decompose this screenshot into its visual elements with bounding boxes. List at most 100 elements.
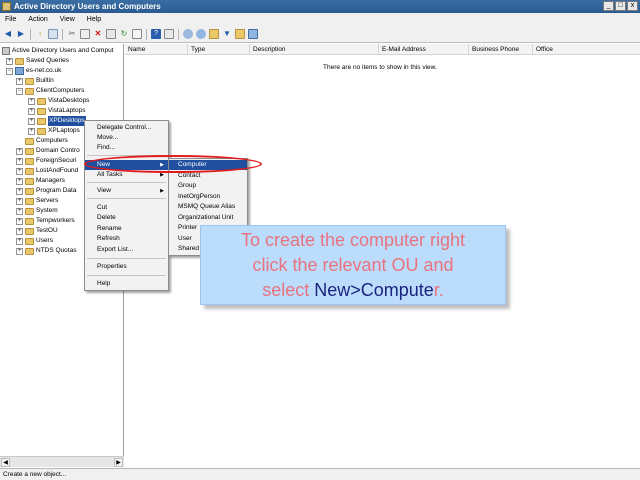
submenu-item-organizational-unit[interactable]: Organizational Unit	[169, 213, 247, 223]
menu-item-delegate-control[interactable]: Delegate Control...	[85, 123, 168, 133]
up-icon[interactable]: ↑	[35, 29, 45, 39]
menu-action[interactable]: Action	[28, 13, 47, 26]
column-business-phone[interactable]: Business Phone	[469, 44, 533, 55]
filter-icon[interactable]: ▼	[222, 29, 232, 39]
cut-icon[interactable]: ✂	[67, 29, 77, 39]
menu-item-rename[interactable]: Rename	[85, 224, 168, 234]
tree-item-program-data[interactable]: + Program Data	[16, 186, 76, 196]
close-button[interactable]: x	[627, 1, 638, 11]
column-name[interactable]: Name	[125, 44, 188, 55]
tree-item-test-ou[interactable]: + TestOU	[16, 226, 58, 236]
empty-list-message: There are no items to show in this view.	[323, 64, 437, 71]
tree-item-foreign-security[interactable]: + ForeignSecuri	[16, 156, 76, 166]
submenu-item-msmq-queue-alias[interactable]: MSMQ Queue Alias	[169, 202, 247, 212]
tree-item-builtin[interactable]: + Builtin	[16, 76, 54, 86]
tree-horizontal-scrollbar[interactable]: ◀ ▶	[0, 456, 124, 467]
expand-icon[interactable]: +	[28, 107, 35, 115]
expand-icon[interactable]: +	[6, 57, 13, 65]
submenu-item-inetorgperson[interactable]: InetOrgPerson	[169, 192, 247, 202]
forward-icon[interactable]: ▶	[16, 29, 26, 39]
expand-icon[interactable]: +	[16, 147, 23, 155]
expand-icon[interactable]: +	[16, 157, 23, 165]
folder-icon	[25, 247, 34, 255]
column-description[interactable]: Description	[250, 44, 379, 55]
snapin-icon	[2, 47, 10, 55]
menu-item-properties[interactable]: Properties	[85, 262, 168, 272]
tree-item-xp-desktops[interactable]: + XPDesktops	[28, 116, 86, 126]
expand-icon[interactable]: +	[16, 187, 23, 195]
tree-item-managers[interactable]: + Managers	[16, 176, 65, 186]
column-email[interactable]: E-Mail Address	[379, 44, 469, 55]
expand-icon[interactable]: +	[28, 97, 35, 105]
expand-icon[interactable]: +	[28, 117, 35, 125]
menu-separator	[87, 182, 166, 183]
tree-item-root[interactable]: Active Directory Users and Comput	[2, 46, 114, 56]
tree-item-xp-laptops[interactable]: + XPLaptops	[28, 126, 80, 136]
scroll-left-icon[interactable]: ◀	[1, 458, 10, 467]
expand-icon[interactable]: +	[16, 247, 23, 255]
tree-item-client-computers[interactable]: − ClientComputers	[16, 86, 84, 96]
show-hide-tree-icon[interactable]	[48, 29, 58, 39]
collapse-icon[interactable]: −	[6, 67, 13, 75]
new-group-icon[interactable]	[196, 29, 206, 39]
properties-icon[interactable]	[106, 29, 116, 39]
tree-item-users[interactable]: + Users	[16, 236, 53, 246]
tree-item-vista-laptops[interactable]: + VistaLaptops	[28, 106, 85, 116]
collapse-icon[interactable]: −	[16, 87, 23, 95]
maximize-button[interactable]: □	[615, 1, 626, 11]
menu-item-delete[interactable]: Delete	[85, 213, 168, 223]
expand-icon[interactable]: +	[16, 177, 23, 185]
menu-view[interactable]: View	[60, 13, 75, 26]
tree-item-system[interactable]: + System	[16, 206, 58, 216]
callout-line-1: To create the computer right	[240, 230, 466, 250]
folder-icon	[15, 57, 24, 65]
new-ou-icon[interactable]	[209, 29, 219, 39]
submenu-arrow-icon: ▶	[160, 188, 164, 194]
expand-icon[interactable]: +	[16, 207, 23, 215]
new-user-icon[interactable]	[183, 29, 193, 39]
expand-icon[interactable]: +	[16, 197, 23, 205]
menu-item-refresh[interactable]: Refresh	[85, 234, 168, 244]
window-title: Active Directory Users and Computers	[14, 2, 161, 11]
delete-icon[interactable]: ✕	[93, 29, 103, 39]
menu-item-view[interactable]: View ▶	[85, 186, 168, 196]
console-icon[interactable]	[164, 29, 174, 39]
copy-icon[interactable]	[80, 29, 90, 39]
expand-icon[interactable]: +	[16, 237, 23, 245]
expand-icon[interactable]: +	[28, 127, 35, 135]
expand-icon[interactable]: +	[16, 167, 23, 175]
submenu-item-group[interactable]: Group	[169, 181, 247, 191]
menu-item-export-list[interactable]: Export List...	[85, 245, 168, 255]
tree-item-vista-desktops[interactable]: + VistaDesktops	[28, 96, 89, 106]
help-icon[interactable]: ?	[151, 29, 161, 39]
menu-file[interactable]: File	[5, 13, 16, 26]
folder-icon	[25, 77, 34, 85]
menu-item-help[interactable]: Help	[85, 279, 168, 289]
callout-line-2: click the relevant OU and	[252, 255, 454, 275]
expand-icon[interactable]: +	[16, 77, 23, 85]
menu-item-find[interactable]: Find...	[85, 143, 168, 153]
scroll-right-icon[interactable]: ▶	[114, 458, 123, 467]
minimize-button[interactable]: _	[603, 1, 614, 11]
tree-item-servers[interactable]: + Servers	[16, 196, 58, 206]
menu-item-move[interactable]: Move...	[85, 133, 168, 143]
find-icon[interactable]	[235, 29, 245, 39]
add-to-group-icon[interactable]	[248, 29, 258, 39]
column-office[interactable]: Office	[533, 44, 640, 55]
expand-icon[interactable]: +	[16, 227, 23, 235]
export-list-icon[interactable]	[132, 29, 142, 39]
column-type[interactable]: Type	[188, 44, 250, 55]
refresh-icon[interactable]: ↻	[119, 29, 129, 39]
tree-item-ntds-quotas[interactable]: + NTDS Quotas	[16, 246, 76, 256]
menu-help[interactable]: Help	[87, 13, 101, 26]
menu-item-cut[interactable]: Cut	[85, 203, 168, 213]
tree-item-lost-and-found[interactable]: + LostAndFound	[16, 166, 78, 176]
tree-item-temp-workers[interactable]: + Tempworkers	[16, 216, 75, 226]
tree-item-computers[interactable]: Computers	[16, 136, 68, 146]
callout-line-3: select New>Computer.	[262, 280, 444, 300]
back-icon[interactable]: ◀	[3, 29, 13, 39]
tree-item-saved-queries[interactable]: + Saved Queries	[6, 56, 69, 66]
expand-icon[interactable]: +	[16, 217, 23, 225]
tree-item-domain-controllers[interactable]: + Domain Contro	[16, 146, 80, 156]
tree-item-domain[interactable]: − es-net.co.uk	[6, 66, 61, 76]
